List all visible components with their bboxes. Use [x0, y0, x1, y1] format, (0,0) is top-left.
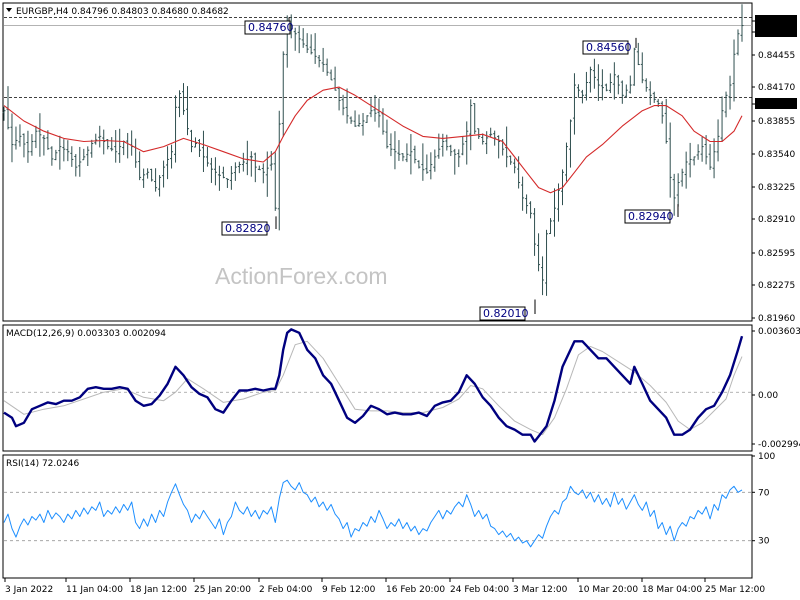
- time-axis-label: 25 Jan 20:00: [194, 585, 251, 595]
- price-axis-label: 0.84170: [758, 83, 795, 93]
- price-axis-label: 0.83980: [758, 100, 795, 110]
- rsi-axis-label: 100: [758, 452, 775, 462]
- rsi-label: RSI(14) 72.0246: [6, 459, 79, 469]
- time-axis-label: 11 Jan 04:00: [66, 585, 123, 595]
- price-callout: 0.84560: [582, 37, 637, 55]
- price-axis-label: 0.82910: [758, 215, 795, 225]
- price-axis-label: 0.83855: [758, 117, 795, 127]
- time-axis-label: 24 Feb 04:00: [450, 585, 509, 595]
- price-axis-label: 0.84760: [758, 17, 795, 27]
- price-axis-label: 0.83540: [758, 150, 795, 160]
- macd-axis-label: 0.00: [758, 391, 778, 401]
- time-axis-label: 3 Mar 12:00: [513, 585, 568, 595]
- rsi-axis-label: 70: [758, 488, 770, 498]
- rsi-axis-label: 30: [758, 537, 770, 547]
- price-axis-label: 0.83225: [758, 183, 795, 193]
- time-axis-label: 18 Jan 12:00: [130, 585, 187, 595]
- price-axis-label: 0.82275: [758, 281, 795, 291]
- time-axis-label: 10 Mar 20:00: [578, 585, 638, 595]
- macd-label: MACD(12,26,9) 0.003303 0.002094: [6, 329, 166, 339]
- price-axis-label: 0.84682: [758, 28, 795, 38]
- symbol-header: EURGBP,H4 0.84796 0.84803 0.84680 0.8468…: [16, 7, 229, 17]
- time-axis-label: 16 Feb 20:00: [386, 585, 445, 595]
- time-axis-label: 25 Mar 12:00: [705, 585, 765, 595]
- callout-label: 0.84560: [586, 41, 632, 54]
- callout-label: 0.82820: [225, 222, 271, 235]
- forex-chart[interactable]: ActionForex.com 0.84760 0.82820 0.82010 0.8…: [0, 0, 800, 600]
- time-axis-label: 3 Jan 2022: [5, 585, 53, 595]
- callout-label: 0.84760: [248, 21, 294, 34]
- time-axis-label: 2 Feb 04:00: [259, 585, 313, 595]
- time-axis-label: 18 Mar 04:00: [642, 585, 702, 595]
- callout-label: 0.82940: [628, 210, 674, 223]
- time-axis-label: 9 Feb 12:00: [322, 585, 376, 595]
- price-axis-label: 0.81960: [758, 314, 795, 324]
- macd-axis-label: -0.002994: [758, 440, 800, 450]
- macd-axis-label: 0.003603: [758, 327, 800, 337]
- price-axis-label: 0.84455: [758, 51, 795, 61]
- callout-label: 0.82010: [483, 307, 529, 320]
- price-axis-label: 0.82595: [758, 249, 795, 259]
- watermark: ActionForex.com: [215, 263, 388, 289]
